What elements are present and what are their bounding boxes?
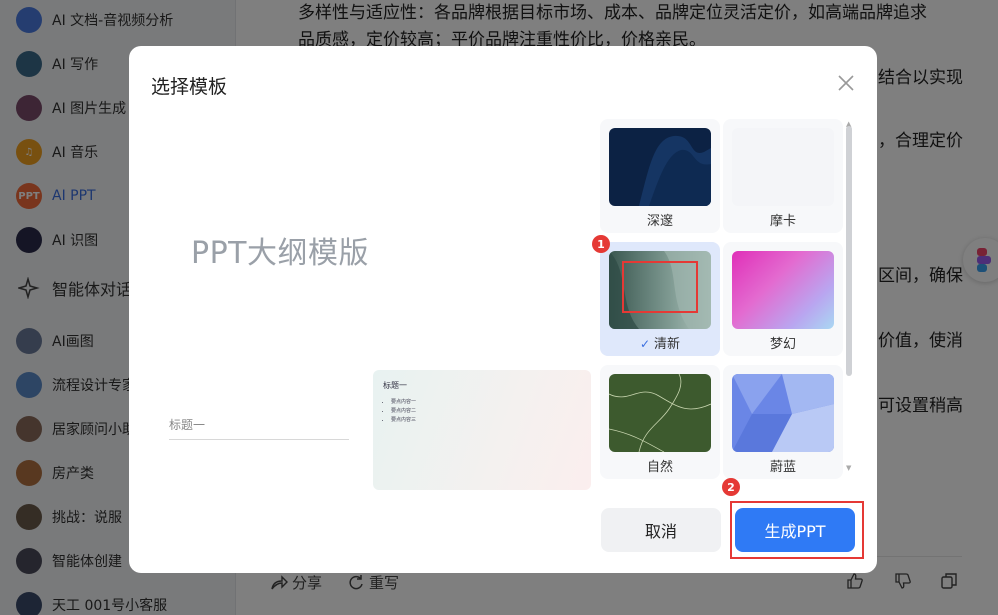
template-tile-mocha[interactable]: 摩卡 — [723, 119, 843, 233]
modal-title: 选择模板 — [151, 76, 228, 98]
preview-card-title: 标题一 — [383, 381, 407, 390]
template-thumbnail-mocha — [732, 128, 834, 206]
template-tile-dreamy[interactable]: 梦幻 — [723, 242, 843, 356]
template-name: 自然 — [646, 460, 673, 475]
template-tile-deep[interactable]: 深邃 — [600, 119, 720, 233]
template-name: 梦幻 — [769, 337, 796, 352]
template-thumbnail-nature — [609, 374, 711, 452]
preview-field-label: 标题一 — [169, 416, 349, 440]
template-modal: 选择模板 PPT大纲模版 标题一 标题一 要点内容一 要点内容二 要点内容三 ▲… — [129, 46, 877, 573]
template-name: 蔚蓝 — [769, 460, 796, 475]
preview-heading: PPT大纲模版 — [191, 236, 370, 271]
close-icon — [838, 75, 854, 91]
template-tile-nature[interactable]: 自然 — [600, 365, 720, 479]
template-thumbnail-azure — [732, 374, 834, 452]
template-preview: PPT大纲模版 标题一 标题一 要点内容一 要点内容二 要点内容三 — [151, 120, 593, 490]
preview-card-list: 要点内容一 要点内容二 要点内容三 — [391, 398, 416, 425]
template-thumbnail-deep — [609, 128, 711, 206]
preview-slide-card: 标题一 要点内容一 要点内容二 要点内容三 — [373, 370, 591, 490]
template-name: ✓ 清新 — [600, 333, 720, 352]
preview-card-item: 要点内容一 — [391, 398, 416, 407]
check-icon: ✓ — [639, 337, 651, 351]
template-thumbnail-dreamy — [732, 251, 834, 329]
close-button[interactable] — [837, 74, 855, 92]
template-name: 深邃 — [646, 214, 673, 229]
step-marker-2: 2 — [722, 478, 740, 496]
highlight-box-template — [622, 261, 698, 313]
generate-ppt-button[interactable]: 生成PPT — [735, 508, 855, 552]
preview-card-item: 要点内容三 — [391, 416, 416, 425]
step-marker-1: 1 — [592, 235, 610, 253]
template-name: 摩卡 — [769, 214, 796, 229]
preview-card-item: 要点内容二 — [391, 407, 416, 416]
template-tile-azure[interactable]: 蔚蓝 — [723, 365, 843, 479]
template-name-label: 清新 — [654, 337, 681, 352]
cancel-button[interactable]: 取消 — [601, 508, 721, 552]
